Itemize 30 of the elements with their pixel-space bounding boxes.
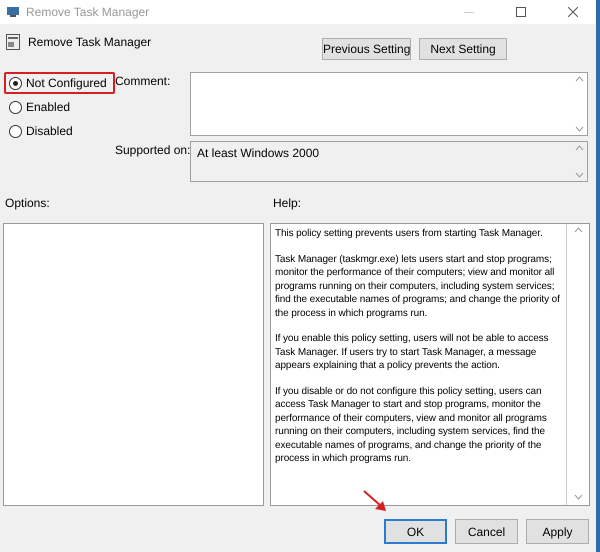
help-paragraph: This policy setting prevents users from starting Task Manager.	[275, 227, 544, 240]
radio-option[interactable]: Disabled	[4, 120, 81, 142]
scroll-down-icon[interactable]	[574, 126, 584, 132]
help-paragraph: If you enable this policy setting, users will not be able to access Task Manager. If users try to start Task Manager, a message appears explaining that a policy prevents the action.	[275, 332, 550, 372]
options-label: Options:	[5, 196, 51, 210]
dialog-button[interactable]: Apply	[526, 519, 589, 544]
help-paragraph: Task Manager (taskmgr.exe) lets users start and stop programs; monitor the performance of their computers; view and monitor all programs running on their computers, including system services; find the executable names of programs; and change the priority of the process in which programs run.	[275, 252, 561, 320]
help-paragraph: If you disable or do not configure this policy setting, users can access Task Manager to start and stop programs, monitor the performance of their computers, view and monitor all programs running on their computers, including system services, find the executable names of programs, and change the priority of the process in which programs run.	[275, 384, 548, 466]
previous-setting-button[interactable]: Previous Setting	[322, 38, 411, 60]
scroll-up-icon[interactable]	[574, 145, 584, 151]
help-label: Help:	[273, 196, 302, 210]
radio-option[interactable]: Not Configured	[4, 72, 115, 94]
scroll-down-icon[interactable]	[574, 172, 584, 178]
supported-on-label: Supported on:	[115, 142, 190, 157]
close-icon[interactable]	[568, 7, 578, 17]
policy-title: Remove Task Manager	[28, 35, 152, 49]
next-setting-button[interactable]: Next Setting	[419, 38, 507, 60]
dialog-button[interactable]: Cancel	[455, 519, 518, 544]
maximize-icon[interactable]	[516, 7, 526, 17]
scroll-up-icon[interactable]	[574, 227, 582, 233]
scroll-down-icon[interactable]	[574, 494, 582, 500]
comment-label: Comment:	[115, 73, 172, 88]
policy-icon	[6, 34, 20, 50]
radio-option[interactable]: Enabled	[4, 96, 78, 118]
window-title: Remove Task Manager	[26, 5, 150, 19]
supported-on-field: At least Windows 2000	[190, 141, 588, 182]
scroll-up-icon[interactable]	[574, 76, 584, 82]
comment-field[interactable]	[190, 72, 588, 136]
dialog-button[interactable]: OK	[384, 519, 447, 544]
app-icon	[6, 6, 20, 18]
